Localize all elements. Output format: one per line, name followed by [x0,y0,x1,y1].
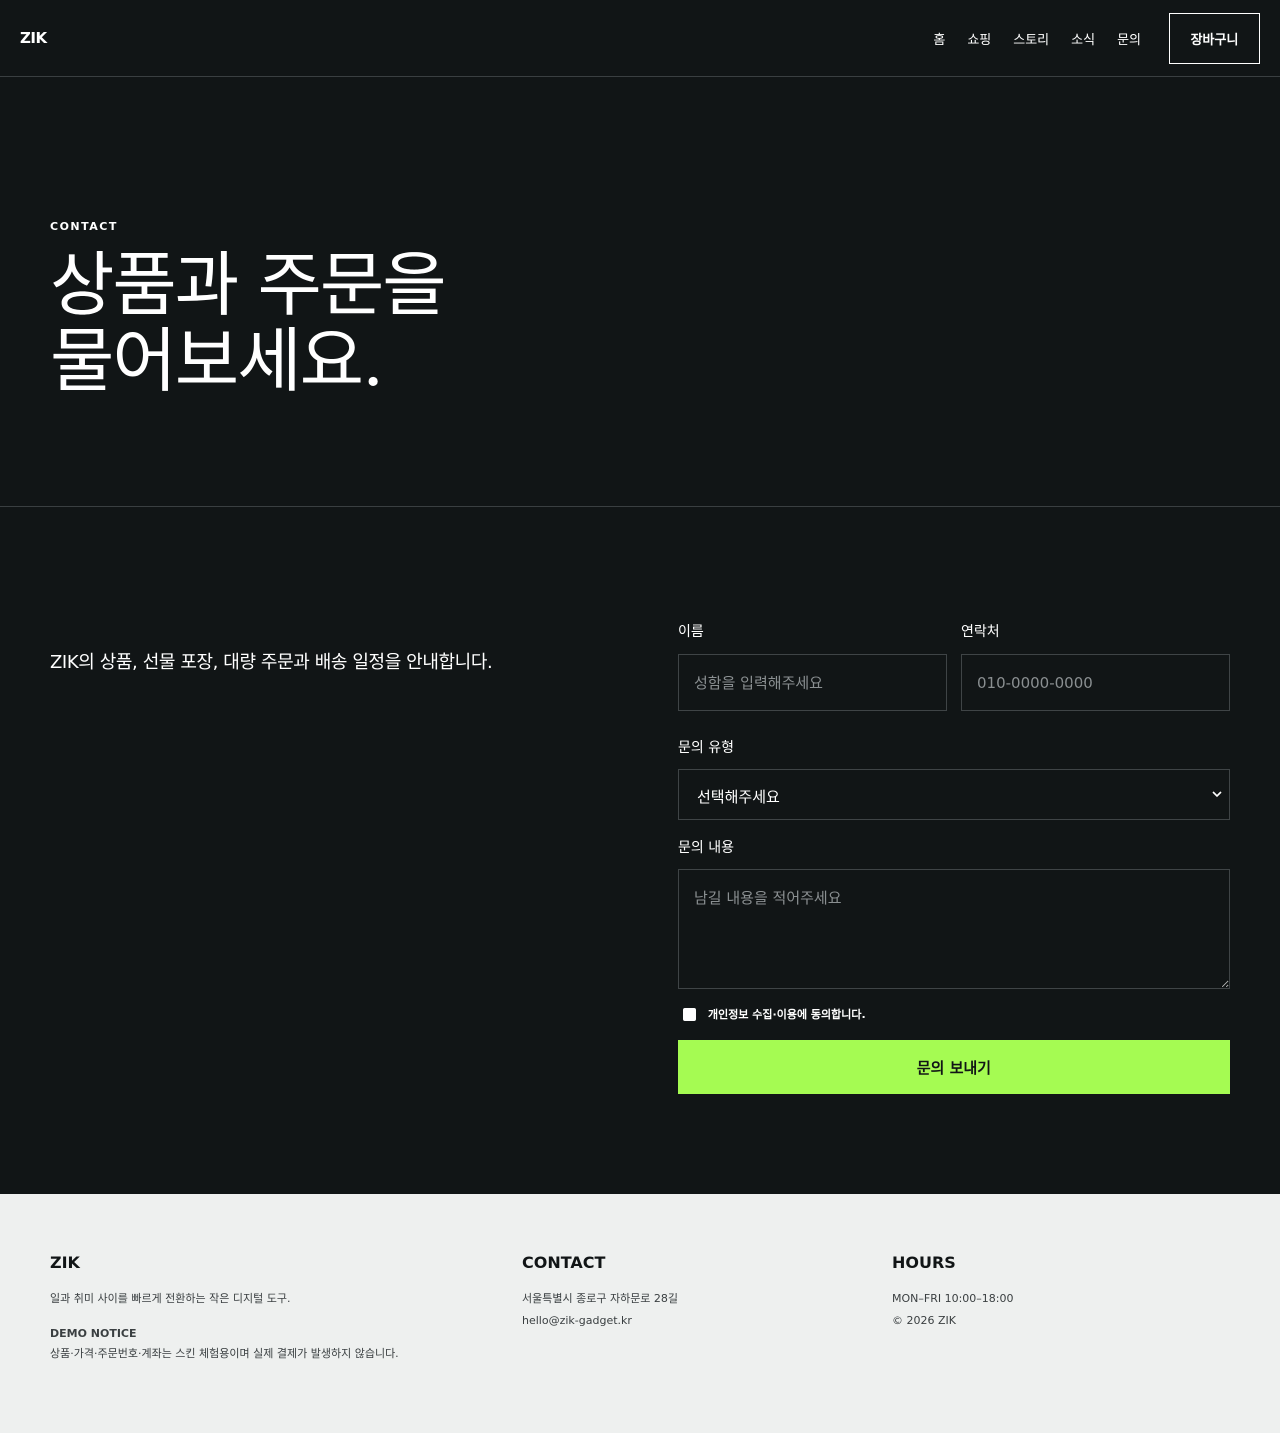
phone-input[interactable] [961,654,1230,711]
page-title: 상품과 주문을 물어보세요. [50,247,610,399]
page-title-line-2: 물어보세요. [50,320,384,402]
phone-label: 연락처 [961,624,1000,640]
footer-hours-time: MON–FRI 10:00–18:00 [892,1292,1014,1305]
nav-item-shopping[interactable]: 쇼핑 [967,29,991,48]
nav-item-home[interactable]: 홈 [933,29,945,48]
site-footer: ZIK 일과 취미 사이를 빠르게 전환하는 작은 디지털 도구. DEMO N… [0,1194,1280,1433]
page: ZIK 홈 쇼핑 스토리 소식 문의 장바구니 CONTACT 상품과 주문을 … [0,0,1280,1433]
footer-contact-column: CONTACT 서울특별시 종로구 자하문로 28길 hello@zik-gad… [522,1253,678,1328]
inquiry-type-select[interactable]: 선택해주세요 [678,769,1230,820]
name-input[interactable] [678,654,947,711]
consent-row: 개인정보 수집·이용에 동의합니다. [678,1006,1230,1022]
cart-button[interactable]: 장바구니 [1169,12,1260,64]
hero-section: CONTACT 상품과 주문을 물어보세요. [0,77,1280,507]
nav-item-contact[interactable]: 문의 [1117,29,1141,48]
nav-item-news[interactable]: 소식 [1071,29,1095,48]
contact-section: ZIK의 상품, 선물 포장, 대량 주문과 배송 일정을 안내합니다. 이름 … [0,507,1280,1194]
submit-button[interactable]: 문의 보내기 [678,1040,1230,1094]
footer-contact-heading: CONTACT [522,1253,606,1272]
footer-copyright: © 2026 ZIK [892,1314,956,1327]
section-eyebrow: CONTACT [50,220,118,233]
type-label: 문의 유형 [678,740,734,756]
inquiry-type-value: 선택해주세요 [697,788,780,806]
site-header: ZIK 홈 쇼핑 스토리 소식 문의 장바구니 [0,0,1280,77]
name-label: 이름 [678,624,704,640]
phone-field-group: 연락처 [961,621,1230,711]
consent-label: 개인정보 수집·이용에 동의합니다. [708,1008,866,1021]
type-field-group: 문의 유형 선택해주세요 [678,737,1230,820]
logo[interactable]: ZIK [20,29,47,47]
footer-notice-text: 상품·가격·주문번호·계좌는 스킨 체험용이며 실제 결제가 발생하지 않습니다… [50,1347,399,1360]
footer-email[interactable]: hello@zik-gadget.kr [522,1314,678,1328]
message-field-group: 문의 내용 [678,837,1230,989]
message-label: 문의 내용 [678,840,734,856]
nav-item-story[interactable]: 스토리 [1013,29,1049,48]
name-phone-row: 이름 연락처 [678,621,1230,711]
footer-brand-heading: ZIK [50,1253,80,1272]
footer-hours-heading: HOURS [892,1253,956,1272]
contact-intro: ZIK의 상품, 선물 포장, 대량 주문과 배송 일정을 안내합니다. [50,652,493,673]
name-field-group: 이름 [678,621,947,711]
message-textarea[interactable] [678,869,1230,989]
footer-address: 서울특별시 종로구 자하문로 28길 [522,1292,679,1305]
footer-tagline: 일과 취미 사이를 빠르게 전환하는 작은 디지털 도구. [50,1292,291,1305]
footer-brand-column: ZIK 일과 취미 사이를 빠르게 전환하는 작은 디지털 도구. DEMO N… [50,1253,399,1361]
footer-hours-column: HOURS MON–FRI 10:00–18:00 © 2026 ZIK [892,1253,1014,1328]
main-nav: 홈 쇼핑 스토리 소식 문의 장바구니 [933,12,1260,64]
consent-checkbox[interactable] [683,1007,696,1021]
contact-form: 이름 연락처 문의 유형 선택해주세요 문의 내용 [678,621,1230,1094]
chevron-down-icon [1212,791,1222,798]
footer-notice-heading: DEMO NOTICE [50,1327,137,1340]
page-title-line-1: 상품과 주문을 [50,244,447,326]
